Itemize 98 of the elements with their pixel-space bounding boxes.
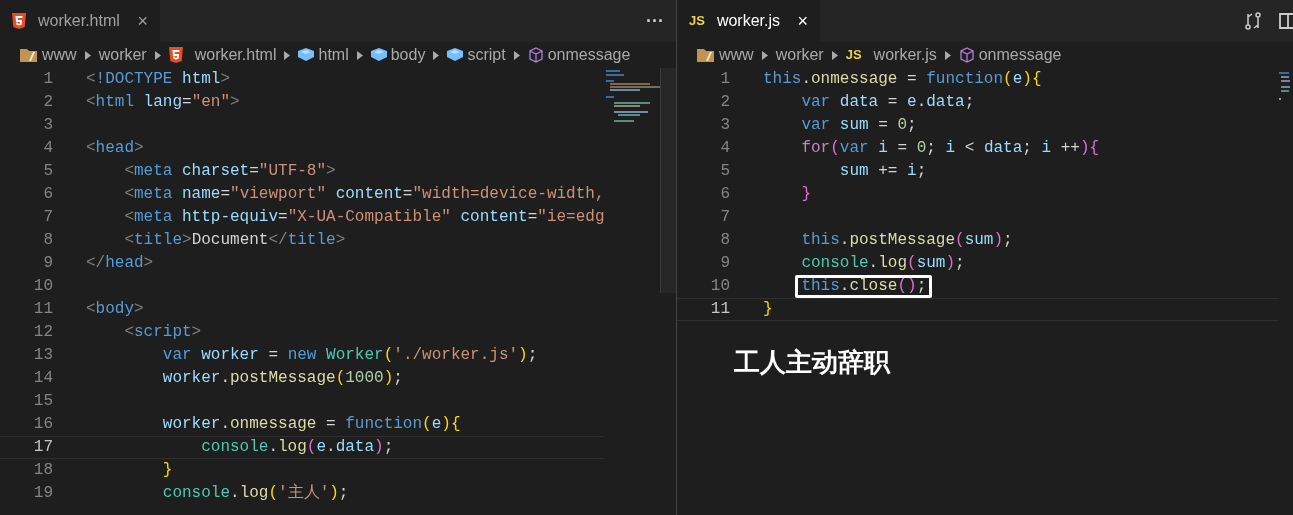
split-editor-icon[interactable]	[1279, 12, 1293, 30]
code-line: <meta charset="UTF-8">	[124, 161, 336, 182]
breadcrumb-item[interactable]: onmessage	[978, 43, 1062, 67]
line-number: 3	[719, 115, 730, 136]
chevron-icon	[513, 50, 520, 60]
code-line: var sum = 0;	[801, 115, 917, 136]
tab-label: worker.html	[38, 11, 120, 31]
chevron-icon	[761, 50, 768, 60]
chevron-icon	[284, 50, 291, 60]
line-number: 3	[42, 115, 53, 136]
breadcrumb-item[interactable]: worker.html	[194, 43, 277, 67]
line-number: 8	[719, 230, 730, 251]
chevron-icon	[433, 50, 440, 60]
code-line: var data = e.data;	[801, 92, 975, 113]
line-number: 6	[719, 184, 730, 205]
code-line: }	[801, 184, 811, 205]
code-line: <body>	[86, 299, 144, 320]
folder-icon	[20, 47, 38, 63]
code-line: <meta name="viewport" content="width=device-width,	[124, 184, 605, 205]
breadcrumb-item[interactable]: body	[390, 43, 426, 67]
code-line: console.log('主人');	[162, 482, 349, 504]
code-line: var worker = new Worker('./worker.js');	[162, 345, 538, 366]
html5-icon	[12, 13, 26, 29]
line-number: 14	[32, 368, 53, 389]
breadcrumb-item[interactable]: www	[719, 43, 754, 67]
editor-tab[interactable]: worker.html ×	[0, 0, 160, 42]
chevron-icon	[944, 50, 951, 60]
line-number: 5	[719, 161, 730, 182]
breadcrumb-item[interactable]: html	[318, 43, 349, 67]
code-line: worker.onmessage = function(e){	[162, 414, 461, 435]
line-number: 2	[42, 92, 53, 113]
cube-outline-icon	[527, 47, 544, 63]
line-number: 9	[42, 253, 53, 274]
compare-changes-icon[interactable]	[1243, 11, 1263, 31]
code-line: worker.postMessage(1000);	[162, 368, 403, 389]
line-number: 11	[709, 299, 730, 320]
scrollbar[interactable]	[660, 68, 676, 293]
tab-label: worker.js	[716, 11, 781, 31]
code-line: <head>	[86, 138, 144, 159]
code-line: console.log(sum);	[801, 253, 965, 274]
line-number: 1	[719, 69, 730, 90]
minimap	[1279, 72, 1291, 102]
code-line: <html lang="en">	[86, 92, 240, 113]
cube-outline-icon	[958, 47, 975, 63]
code-line: this.onmessage = function(e){	[763, 69, 1042, 90]
line-number: 7	[42, 207, 53, 228]
line-number: 7	[719, 207, 730, 228]
html5-icon	[168, 47, 183, 63]
code-line: this.postMessage(sum);	[801, 230, 1013, 251]
code-line: for(var i = 0; i < data; i ++){	[801, 138, 1100, 159]
breadcrumb-item[interactable]: onmessage	[547, 43, 631, 67]
line-number: 8	[42, 230, 53, 251]
cube-icon	[447, 48, 464, 62]
line-number: 1	[42, 69, 53, 90]
line-number: 9	[719, 253, 730, 274]
chevron-icon	[84, 50, 91, 60]
code-line: <meta http-equiv="X-UA-Compatible" content="ie=edg	[124, 207, 605, 228]
js-icon: JS	[845, 45, 862, 65]
line-number: 13	[32, 345, 53, 366]
close-button[interactable]: ×	[797, 7, 808, 35]
caption: 工人主动辞职	[734, 349, 892, 375]
close-button[interactable]: ×	[137, 7, 148, 35]
line-number: 4	[719, 138, 730, 159]
line-number: 2	[719, 92, 730, 113]
code-line: <title>Document</title>	[124, 230, 346, 251]
line-number: 12	[32, 322, 53, 343]
line-number: 5	[42, 161, 53, 182]
line-number: 6	[42, 184, 53, 205]
cube-icon	[370, 48, 387, 62]
code-line: </head>	[86, 253, 154, 274]
line-number: 10	[32, 276, 53, 297]
more-actions-button[interactable]: ···	[646, 7, 664, 35]
code-line: console.log(e.data);	[201, 437, 394, 458]
breadcrumb-item[interactable]: script	[467, 43, 506, 67]
code-line: }	[162, 460, 173, 481]
line-number: 10	[709, 276, 730, 297]
line-number: 4	[42, 138, 53, 159]
folder-icon	[697, 47, 715, 63]
chevron-icon	[831, 50, 838, 60]
breadcrumb-item[interactable]: worker	[775, 43, 824, 67]
breadcrumb-item[interactable]: worker	[98, 43, 147, 67]
js-icon: JS	[689, 11, 705, 31]
chevron-icon	[356, 50, 363, 60]
line-number: 11	[32, 299, 53, 320]
line-number: 15	[32, 391, 53, 412]
code-line: }	[763, 299, 773, 320]
line-number: 19	[32, 483, 53, 504]
line-number: 16	[32, 414, 53, 435]
code-line: sum += i;	[839, 161, 927, 182]
cube-icon	[298, 48, 315, 62]
line-number: 18	[32, 460, 53, 481]
line-number: 17	[32, 437, 53, 458]
editor-tab[interactable]: JS worker.js ×	[677, 0, 820, 42]
chevron-icon	[154, 50, 161, 60]
breadcrumb-item[interactable]: worker.js	[873, 43, 937, 67]
code-line: <script>	[124, 322, 202, 343]
breadcrumb-item[interactable]: www	[42, 43, 77, 67]
code-line: <!DOCTYPE html>	[86, 69, 231, 90]
